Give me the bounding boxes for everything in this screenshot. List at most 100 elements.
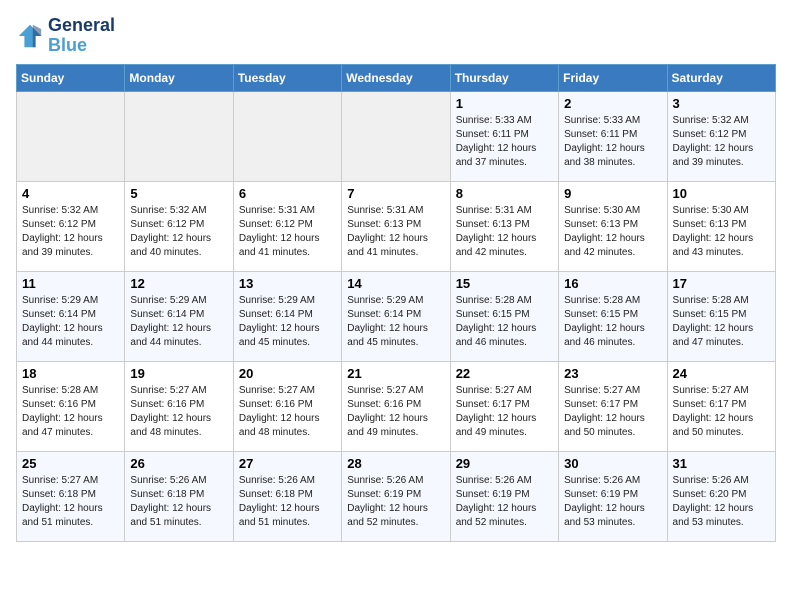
cell-content: Sunrise: 5:33 AM Sunset: 6:11 PM Dayligh… — [456, 114, 553, 170]
calendar-cell: 5 Sunrise: 5:32 AM Sunset: 6:12 PM Daylig… — [125, 181, 233, 271]
calendar-cell: 12 Sunrise: 5:29 AM Sunset: 6:14 PM Dayli… — [125, 271, 233, 361]
col-header-friday: Friday — [559, 64, 667, 91]
calendar-cell: 29Sunrise: 5:26 AM Sunset: 6:19 PM Dayli… — [450, 451, 558, 541]
cell-content: Sunrise: 5:33 AM Sunset: 6:11 PM Dayligh… — [564, 114, 661, 170]
day-number: 13 — [239, 276, 336, 291]
col-header-monday: Monday — [125, 64, 233, 91]
cell-content: Sunrise: 5:32 AM Sunset: 6:12 PM Dayligh… — [130, 204, 227, 260]
cell-content: Sunrise: 5:28 AM Sunset: 6:15 PM Dayligh… — [456, 294, 553, 350]
col-header-sunday: Sunday — [17, 64, 125, 91]
day-number: 27 — [239, 456, 336, 471]
calendar-cell: 31 Sunrise: 5:26 AM Sunset: 6:20 PM Dayli… — [667, 451, 775, 541]
cell-content: Sunrise: 5:27 AM Sunset: 6:16 PM Dayligh… — [130, 384, 227, 440]
cell-content: Sunrise: 5:26 AM Sunset: 6:19 PM Dayligh… — [564, 474, 661, 530]
day-number: 2 — [564, 96, 661, 111]
calendar-cell: 25 Sunrise: 5:27 AM Sunset: 6:18 PM Dayli… — [17, 451, 125, 541]
cell-content: Sunrise: 5:26 AM Sunset: 6:19 PM Dayligh… — [347, 474, 444, 530]
day-number: 10 — [673, 186, 770, 201]
calendar-cell — [17, 91, 125, 181]
calendar-cell: 1 Sunrise: 5:33 AM Sunset: 6:11 PM Daylig… — [450, 91, 558, 181]
day-number: 25 — [22, 456, 119, 471]
calendar-cell: 6 Sunrise: 5:31 AM Sunset: 6:12 PM Daylig… — [233, 181, 341, 271]
calendar-cell: 3 Sunrise: 5:32 AM Sunset: 6:12 PM Daylig… — [667, 91, 775, 181]
cell-content: Sunrise: 5:28 AM Sunset: 6:15 PM Dayligh… — [564, 294, 661, 350]
day-number: 3 — [673, 96, 770, 111]
cell-content: Sunrise: 5:32 AM Sunset: 6:12 PM Dayligh… — [22, 204, 119, 260]
calendar-cell: 30 Sunrise: 5:26 AM Sunset: 6:19 PM Dayli… — [559, 451, 667, 541]
day-number: 12 — [130, 276, 227, 291]
cell-content: Sunrise: 5:27 AM Sunset: 6:16 PM Dayligh… — [347, 384, 444, 440]
col-header-thursday: Thursday — [450, 64, 558, 91]
day-number: 14 — [347, 276, 444, 291]
calendar-cell — [342, 91, 450, 181]
calendar-cell: 2 Sunrise: 5:33 AM Sunset: 6:11 PM Daylig… — [559, 91, 667, 181]
day-number: 29 — [456, 456, 553, 471]
cell-content: Sunrise: 5:28 AM Sunset: 6:16 PM Dayligh… — [22, 384, 119, 440]
calendar-cell: 27 Sunrise: 5:26 AM Sunset: 6:18 PM Dayli… — [233, 451, 341, 541]
cell-content: Sunrise: 5:26 AM Sunset: 6:20 PM Dayligh… — [673, 474, 770, 530]
calendar-cell: 19 Sunrise: 5:27 AM Sunset: 6:16 PM Dayli… — [125, 361, 233, 451]
cell-content: Sunrise: 5:27 AM Sunset: 6:17 PM Dayligh… — [456, 384, 553, 440]
calendar-cell: 24 Sunrise: 5:27 AM Sunset: 6:17 PM Dayli… — [667, 361, 775, 451]
calendar-cell — [125, 91, 233, 181]
day-number: 17 — [673, 276, 770, 291]
logo-text: General Blue — [48, 16, 115, 56]
cell-content: Sunrise: 5:26 AM Sunset: 6:18 PM Dayligh… — [239, 474, 336, 530]
calendar-cell: 11 Sunrise: 5:29 AM Sunset: 6:14 PM Dayli… — [17, 271, 125, 361]
calendar-table: SundayMondayTuesdayWednesdayThursdayFrid… — [16, 64, 776, 542]
cell-content: Sunrise: 5:31 AM Sunset: 6:12 PM Dayligh… — [239, 204, 336, 260]
day-number: 6 — [239, 186, 336, 201]
cell-content: Sunrise: 5:27 AM Sunset: 6:17 PM Dayligh… — [564, 384, 661, 440]
cell-content: Sunrise: 5:30 AM Sunset: 6:13 PM Dayligh… — [564, 204, 661, 260]
day-number: 9 — [564, 186, 661, 201]
calendar-cell: 13 Sunrise: 5:29 AM Sunset: 6:14 PM Dayli… — [233, 271, 341, 361]
cell-content: Sunrise: 5:31 AM Sunset: 6:13 PM Dayligh… — [347, 204, 444, 260]
day-number: 20 — [239, 366, 336, 381]
calendar-cell: 20 Sunrise: 5:27 AM Sunset: 6:16 PM Dayli… — [233, 361, 341, 451]
day-number: 30 — [564, 456, 661, 471]
logo: General Blue — [16, 16, 115, 56]
calendar-cell: 16 Sunrise: 5:28 AM Sunset: 6:15 PM Dayli… — [559, 271, 667, 361]
calendar-cell: 26Sunrise: 5:26 AM Sunset: 6:18 PM Dayli… — [125, 451, 233, 541]
col-header-saturday: Saturday — [667, 64, 775, 91]
day-number: 15 — [456, 276, 553, 291]
cell-content: Sunrise: 5:27 AM Sunset: 6:16 PM Dayligh… — [239, 384, 336, 440]
day-number: 19 — [130, 366, 227, 381]
calendar-cell: 22 Sunrise: 5:27 AM Sunset: 6:17 PM Dayli… — [450, 361, 558, 451]
day-number: 16 — [564, 276, 661, 291]
cell-content: Sunrise: 5:30 AM Sunset: 6:13 PM Dayligh… — [673, 204, 770, 260]
calendar-cell: 18 Sunrise: 5:28 AM Sunset: 6:16 PM Dayli… — [17, 361, 125, 451]
calendar-cell: 17 Sunrise: 5:28 AM Sunset: 6:15 PM Dayli… — [667, 271, 775, 361]
day-number: 11 — [22, 276, 119, 291]
cell-content: Sunrise: 5:29 AM Sunset: 6:14 PM Dayligh… — [347, 294, 444, 350]
day-number: 23 — [564, 366, 661, 381]
day-number: 1 — [456, 96, 553, 111]
cell-content: Sunrise: 5:27 AM Sunset: 6:17 PM Dayligh… — [673, 384, 770, 440]
day-number: 28 — [347, 456, 444, 471]
cell-content: Sunrise: 5:28 AM Sunset: 6:15 PM Dayligh… — [673, 294, 770, 350]
day-number: 22 — [456, 366, 553, 381]
logo-icon — [16, 22, 44, 50]
day-number: 21 — [347, 366, 444, 381]
col-header-wednesday: Wednesday — [342, 64, 450, 91]
page-header: General Blue — [16, 16, 776, 56]
cell-content: Sunrise: 5:29 AM Sunset: 6:14 PM Dayligh… — [239, 294, 336, 350]
day-number: 4 — [22, 186, 119, 201]
calendar-cell: 14 Sunrise: 5:29 AM Sunset: 6:14 PM Dayli… — [342, 271, 450, 361]
calendar-cell: 4 Sunrise: 5:32 AM Sunset: 6:12 PM Daylig… — [17, 181, 125, 271]
calendar-cell: 7Sunrise: 5:31 AM Sunset: 6:13 PM Daylig… — [342, 181, 450, 271]
day-number: 8 — [456, 186, 553, 201]
day-number: 31 — [673, 456, 770, 471]
calendar-cell: 9 Sunrise: 5:30 AM Sunset: 6:13 PM Daylig… — [559, 181, 667, 271]
day-number: 24 — [673, 366, 770, 381]
day-number: 26 — [130, 456, 227, 471]
day-number: 18 — [22, 366, 119, 381]
cell-content: Sunrise: 5:27 AM Sunset: 6:18 PM Dayligh… — [22, 474, 119, 530]
day-number: 5 — [130, 186, 227, 201]
cell-content: Sunrise: 5:32 AM Sunset: 6:12 PM Dayligh… — [673, 114, 770, 170]
calendar-cell — [233, 91, 341, 181]
col-header-tuesday: Tuesday — [233, 64, 341, 91]
cell-content: Sunrise: 5:29 AM Sunset: 6:14 PM Dayligh… — [22, 294, 119, 350]
cell-content: Sunrise: 5:29 AM Sunset: 6:14 PM Dayligh… — [130, 294, 227, 350]
calendar-cell: 23 Sunrise: 5:27 AM Sunset: 6:17 PM Dayli… — [559, 361, 667, 451]
